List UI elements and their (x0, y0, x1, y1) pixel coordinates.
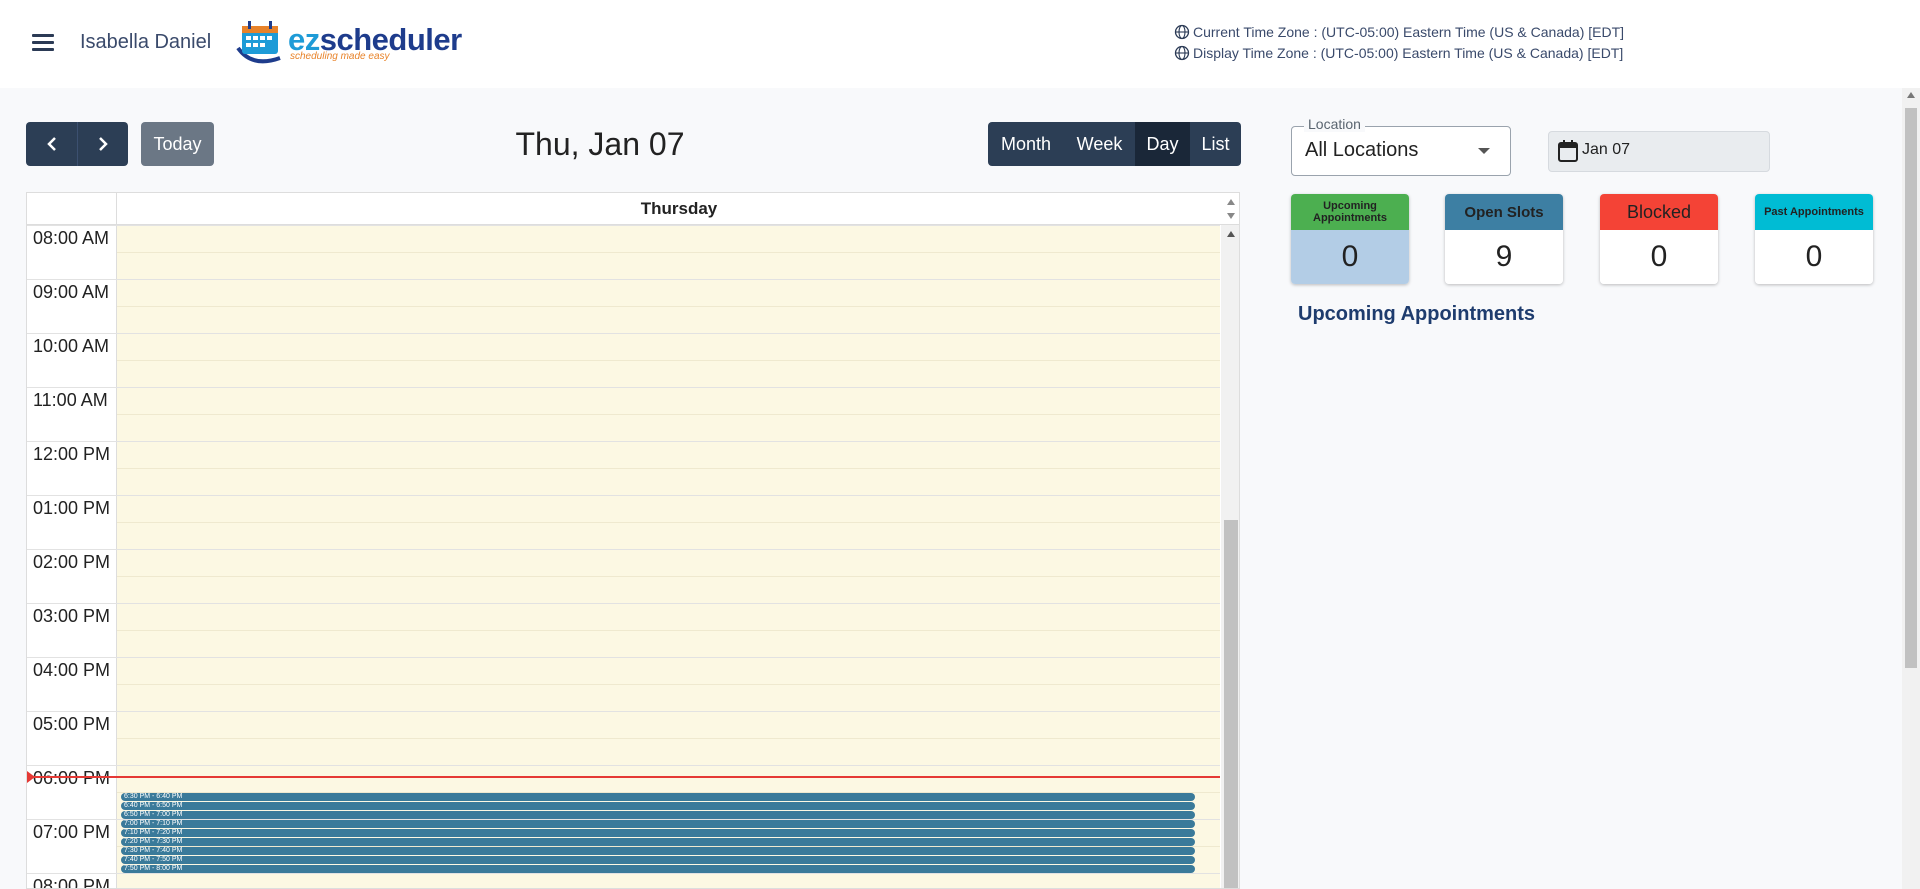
open-slot-event[interactable]: 7:30 PM - 7:40 PM (121, 846, 1195, 855)
hour-gridline (27, 495, 1220, 496)
stat-value: 0 (1291, 230, 1409, 284)
prev-button[interactable] (26, 122, 77, 166)
date-value: Jan 07 (1582, 141, 1631, 158)
open-slot-event[interactable]: 7:50 PM - 8:00 PM (121, 864, 1195, 873)
day-calendar: Thursday 08:00 AM 09:00 AM 10:00 AM 11:00 A… (26, 192, 1240, 889)
half-hour-gridline (117, 360, 1220, 361)
time-label: 11:00 AM (33, 390, 108, 410)
time-label: 10:00 AM (33, 336, 110, 356)
globe-icon (1174, 24, 1190, 40)
logo-tagline: scheduling made easy (290, 51, 390, 62)
user-name: Isabella Daniel (80, 31, 212, 53)
hour-gridline (27, 441, 1220, 442)
time-label: 08:00 PM (33, 876, 111, 889)
hour-gridline (27, 387, 1220, 388)
globe-icon (1174, 45, 1190, 61)
next-button[interactable] (77, 122, 128, 166)
header-scroll-arrows[interactable] (1221, 193, 1239, 225)
page-scrollbar[interactable] (1902, 88, 1920, 889)
now-indicator-arrow (27, 770, 35, 783)
open-slot-event[interactable]: 7:40 PM - 7:50 PM (121, 855, 1195, 864)
time-gutter-header (27, 193, 117, 225)
stat-blocked[interactable]: Blocked 0 (1600, 194, 1718, 284)
half-hour-gridline (117, 306, 1220, 307)
hour-gridline (27, 711, 1220, 712)
stat-open-slots[interactable]: Open Slots 9 (1445, 194, 1563, 284)
hour-gridline (27, 225, 1220, 226)
location-value: All Locations (1305, 139, 1419, 161)
stat-past-appointments[interactable]: Past Appointments 0 (1755, 194, 1873, 284)
half-hour-gridline (117, 738, 1220, 739)
open-slot-event[interactable]: 7:20 PM - 7:30 PM (121, 837, 1195, 846)
chevron-right-icon (99, 137, 108, 151)
current-time-zone-text: Current Time Zone : (UTC-05:00) Eastern … (1193, 24, 1625, 40)
calendar-scrollbar[interactable] (1221, 225, 1239, 888)
half-hour-gridline (117, 414, 1220, 415)
caret-down-icon[interactable] (1478, 148, 1490, 154)
time-gutter: 08:00 AM 09:00 AM 10:00 AM 11:00 AM 12:00 PM… (27, 225, 117, 889)
month-view-button[interactable]: Month (988, 122, 1064, 166)
today-button[interactable]: Today (141, 122, 214, 166)
week-view-button[interactable]: Week (1064, 122, 1135, 166)
half-hour-gridline (117, 630, 1220, 631)
open-slot-event[interactable]: 6:40 PM - 6:50 PM (121, 801, 1195, 810)
time-label: 03:00 PM (33, 606, 111, 626)
day-column-header: Thursday (640, 199, 718, 218)
stat-value: 0 (1755, 230, 1873, 284)
time-label: 07:00 PM (33, 822, 111, 842)
half-hour-gridline (117, 576, 1220, 577)
app-logo[interactable]: ezscheduler scheduling made easy (232, 18, 462, 68)
time-label: 06:00 PM (33, 768, 111, 788)
calendar-body[interactable]: 08:00 AM 09:00 AM 10:00 AM 11:00 AM 12:00 PM… (27, 225, 1239, 889)
open-slot-event[interactable]: 7:00 PM - 7:10 PM (121, 819, 1195, 828)
location-label: Location (1304, 116, 1365, 132)
hour-gridline (27, 549, 1220, 550)
day-column[interactable] (117, 225, 1220, 888)
hour-gridline (27, 279, 1220, 280)
hamburger-menu-icon[interactable] (30, 31, 56, 55)
time-label: 01:00 PM (33, 498, 111, 518)
calendar-icon[interactable] (1557, 139, 1579, 163)
open-slot-event[interactable]: 6:30 PM - 6:40 PM (121, 792, 1195, 801)
half-hour-gridline (117, 468, 1220, 469)
time-label: 12:00 PM (33, 444, 111, 464)
stat-value: 0 (1600, 230, 1718, 284)
calendar-logo-icon (236, 21, 281, 64)
stat-label: Blocked (1600, 194, 1718, 230)
time-label: 08:00 AM (33, 228, 110, 248)
open-slot-event[interactable]: 7:10 PM - 7:20 PM (121, 828, 1195, 837)
stat-value: 9 (1445, 230, 1563, 284)
stat-label: Upcoming Appointments (1291, 194, 1409, 230)
hour-gridline (27, 873, 1220, 874)
list-view-button[interactable]: List (1190, 122, 1241, 166)
half-hour-gridline (117, 522, 1220, 523)
upcoming-appointments-title: Upcoming Appointments (1298, 303, 1536, 325)
display-time-zone: Display Time Zone : (UTC-05:00) Eastern … (1174, 45, 1623, 61)
half-hour-gridline (117, 684, 1220, 685)
hour-gridline (27, 333, 1220, 334)
stat-label: Past Appointments (1755, 194, 1873, 230)
view-switcher: Month Week Day List (988, 122, 1241, 166)
open-slot-event[interactable]: 6:50 PM - 7:00 PM (121, 810, 1195, 819)
stat-label: Open Slots (1445, 194, 1563, 230)
display-time-zone-text: Display Time Zone : (UTC-05:00) Eastern … (1193, 45, 1624, 61)
day-view-button[interactable]: Day (1135, 122, 1190, 166)
hour-gridline (27, 765, 1220, 766)
now-indicator-line (27, 775, 1220, 778)
date-navigation (26, 122, 128, 166)
hour-gridline (27, 657, 1220, 658)
time-label: 09:00 AM (33, 282, 110, 302)
calendar-title: Thu, Jan 07 (515, 126, 685, 162)
time-label: 02:00 PM (33, 552, 111, 572)
chevron-left-icon (46, 137, 56, 151)
half-hour-gridline (117, 252, 1220, 253)
hour-gridline (27, 603, 1220, 604)
calendar-header: Thursday (27, 193, 1239, 225)
app-header: Isabella Daniel ezscheduler scheduling m… (0, 0, 1920, 88)
current-time-zone: Current Time Zone : (UTC-05:00) Eastern … (1174, 24, 1624, 40)
stat-upcoming-appointments[interactable]: Upcoming Appointments 0 (1291, 194, 1409, 284)
time-label: 05:00 PM (33, 714, 111, 734)
time-label: 04:00 PM (33, 660, 111, 680)
